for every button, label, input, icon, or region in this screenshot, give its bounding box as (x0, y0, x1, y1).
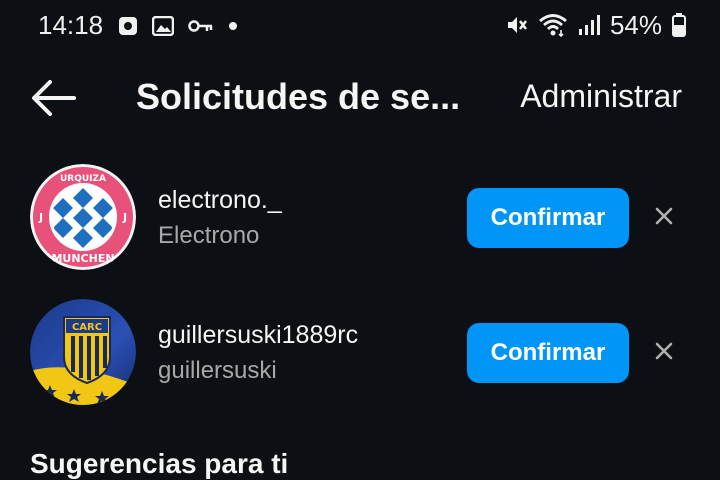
display-name: Electrono (158, 222, 260, 249)
crest-right-text: J (122, 211, 127, 224)
carc-crest-flag-icon: CARC (30, 299, 136, 405)
notification-icons (118, 13, 238, 39)
key-icon (188, 20, 213, 32)
manage-button[interactable]: Administrar (520, 78, 682, 115)
top-app-bar: Solicitudes de se... Administrar (0, 60, 720, 140)
system-icons: 54% (504, 10, 686, 40)
back-button[interactable] (30, 78, 76, 118)
crest-top-text: URQUIZA (60, 174, 106, 184)
close-icon[interactable] (652, 204, 676, 228)
crest-top-text: CARC (72, 322, 102, 333)
wifi-icon (539, 14, 567, 37)
avatar[interactable]: URQUIZA MUNCHEN J J (30, 164, 136, 270)
confirm-button[interactable]: Confirmar (467, 188, 629, 248)
screenshot-icon (119, 17, 137, 35)
gallery-icon (152, 16, 174, 36)
status-bar: 14:18 54% (0, 0, 720, 52)
suggestions-heading: Sugerencias para ti (30, 448, 289, 479)
close-icon[interactable] (652, 339, 676, 363)
status-time: 14:18 (38, 10, 104, 40)
crest-bottom-text: MUNCHEN (51, 252, 114, 265)
follow-request-row: CARC guillersuski1889rc guillersuski Con… (0, 299, 720, 409)
crest-left-text: J (38, 211, 43, 224)
dot-icon (229, 22, 237, 30)
signal-icon (578, 15, 600, 35)
confirm-button[interactable]: Confirmar (467, 323, 629, 383)
avatar[interactable]: CARC (30, 299, 136, 405)
mute-icon (507, 17, 527, 33)
battery-icon (672, 13, 686, 37)
follow-request-row: URQUIZA MUNCHEN J J electrono._ Electron… (0, 164, 720, 274)
back-arrow-icon (32, 80, 76, 116)
username[interactable]: guillersuski1889rc (158, 321, 358, 350)
username[interactable]: electrono._ (158, 186, 282, 215)
battery-percent: 54% (609, 9, 662, 40)
display-name: guillersuski (158, 357, 277, 384)
urquiza-munchen-crest-icon: URQUIZA MUNCHEN J J (30, 164, 136, 270)
page-title: Solicitudes de se... (136, 76, 461, 117)
